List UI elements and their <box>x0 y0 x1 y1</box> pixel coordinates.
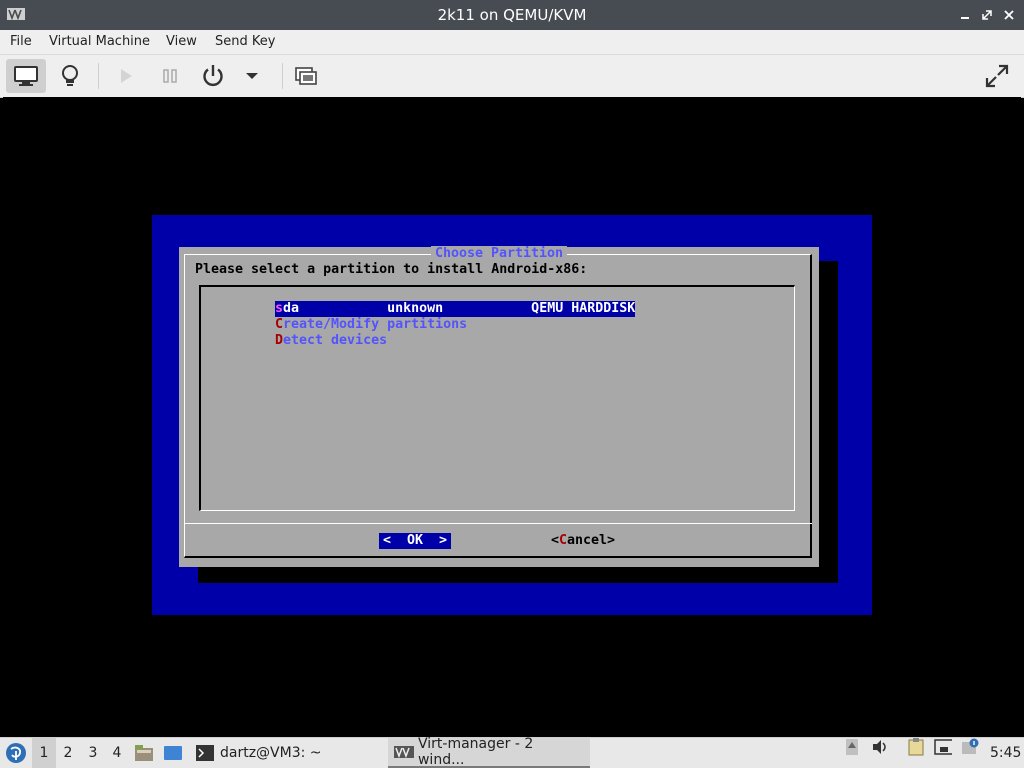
fullscreen-button[interactable] <box>977 59 1017 93</box>
vm-console-display[interactable]: Choose Partition Please select a partiti… <box>3 97 1021 737</box>
list-item-detect-devices[interactable]: Detect devices <box>275 333 387 349</box>
minimize-button[interactable] <box>956 6 974 24</box>
snapshots-icon <box>295 67 317 85</box>
workspace-3[interactable]: 3 <box>81 738 105 768</box>
chevron-down-icon <box>246 73 258 79</box>
minimize-icon <box>961 17 969 19</box>
bulb-icon <box>62 65 78 86</box>
dialog-title-text: Choose Partition <box>430 246 568 261</box>
details-button[interactable] <box>50 59 90 93</box>
shutdown-button[interactable] <box>193 59 233 93</box>
list-item-sda[interactable]: sda unknown QEMU HARDDISK <box>275 301 636 317</box>
toolbar-separator <box>282 63 283 89</box>
run-icon <box>121 69 132 83</box>
power-icon <box>203 65 223 87</box>
tray-clipboard[interactable] <box>907 738 925 756</box>
info-icon <box>962 738 979 754</box>
file-manager-launcher[interactable] <box>134 738 154 768</box>
network-icon <box>934 739 952 755</box>
workspace-2[interactable]: 2 <box>56 738 80 768</box>
snapshots-button[interactable] <box>286 59 326 93</box>
task-label: Virt-manager - 2 wind... <box>417 736 534 768</box>
task-terminal[interactable]: dartz@VM3: ~ <box>190 738 328 768</box>
workspace-4[interactable]: 4 <box>105 738 129 768</box>
tray-network[interactable] <box>934 738 952 756</box>
window-title: 2k11 on QEMU/KVM <box>437 6 587 24</box>
up-arrow-icon <box>846 739 858 755</box>
dialog-title: Choose Partition <box>179 246 819 262</box>
tray-updates[interactable] <box>843 738 861 756</box>
taskbar: 1 2 3 4 dartz@VM3: ~ Virt-manager - 2 wi… <box>0 736 1024 768</box>
show-desktop-button[interactable] <box>162 738 184 768</box>
close-button[interactable] <box>1000 6 1018 24</box>
cancel-button[interactable]: <Cancel> <box>551 533 615 549</box>
close-icon <box>1004 10 1014 20</box>
hotkey-letter: D <box>275 333 284 348</box>
pause-button[interactable] <box>150 59 190 93</box>
run-button[interactable] <box>106 59 146 93</box>
pause-icon <box>163 69 177 83</box>
menu-send-key[interactable]: Send Key <box>215 30 275 54</box>
task-virt-manager[interactable]: Virt-manager - 2 wind... <box>388 736 590 768</box>
list-item-text: etect devices <box>283 333 388 348</box>
clipboard-icon <box>908 738 924 756</box>
hotkey-letter: C <box>559 533 568 548</box>
menu-virtual-machine[interactable]: Virtual Machine <box>49 30 150 54</box>
menu-file[interactable]: File <box>10 30 32 54</box>
hotkey-letter: s <box>275 301 284 316</box>
clock[interactable]: 5:45 <box>990 738 1021 768</box>
dialog-separator <box>185 523 812 524</box>
menubar: File Virtual Machine View Send Key <box>0 30 1024 55</box>
menu-view[interactable]: View <box>166 30 197 54</box>
toolbar <box>0 55 1024 98</box>
hotkey-letter: C <box>275 317 284 332</box>
list-item-text: da unknown QEMU HARDDISK <box>283 301 636 316</box>
list-item-text: reate/Modify partitions <box>283 317 468 332</box>
desktop-icon <box>164 746 182 760</box>
speaker-icon <box>873 740 886 754</box>
window-titlebar: 2k11 on QEMU/KVM <box>0 0 1024 30</box>
fullscreen-icon <box>985 64 1009 88</box>
lxqt-logo-icon <box>6 743 26 763</box>
console-button[interactable] <box>6 59 46 93</box>
cancel-bracket: < <box>551 533 560 548</box>
terminal-icon <box>196 745 214 761</box>
home-folder-icon <box>135 745 153 761</box>
restore-button[interactable] <box>978 6 996 24</box>
choose-partition-dialog: Choose Partition Please select a partiti… <box>179 246 819 567</box>
tray-volume[interactable] <box>871 738 889 756</box>
toolbar-separator <box>98 63 99 89</box>
task-label: dartz@VM3: ~ <box>220 745 322 761</box>
restore-icon <box>982 10 992 20</box>
shutdown-dropdown-button[interactable] <box>232 59 272 93</box>
dialog-prompt: Please select a partition to install And… <box>195 262 588 277</box>
workspace-1[interactable]: 1 <box>32 738 56 768</box>
start-menu-button[interactable] <box>4 738 28 768</box>
ok-button[interactable]: < OK > <box>379 533 451 549</box>
list-item-create-modify[interactable]: Create/Modify partitions <box>275 317 467 333</box>
virt-manager-icon <box>394 746 414 758</box>
cancel-label: ancel> <box>567 533 616 548</box>
tray-notifications[interactable] <box>961 738 979 756</box>
console-icon <box>14 66 38 86</box>
